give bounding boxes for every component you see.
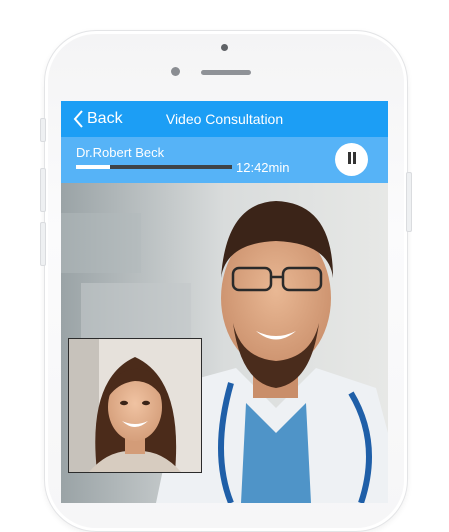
- call-progress-fill: [76, 165, 111, 169]
- page-title: Video Consultation: [165, 111, 284, 127]
- patient-video-preview[interactable]: [68, 338, 202, 473]
- power-button: [406, 172, 412, 232]
- call-progress-bar: [76, 165, 232, 169]
- volume-down-button: [40, 222, 46, 266]
- sensor-dot: [221, 44, 228, 51]
- header-bar: Back Video Consultation: [61, 101, 388, 137]
- caller-name: Dr.Robert Beck: [76, 145, 165, 160]
- pause-button[interactable]: [335, 143, 368, 176]
- phone-screen: Back Video Consultation Dr.Robert Beck 1…: [61, 101, 388, 503]
- mute-switch: [40, 118, 46, 142]
- front-camera: [171, 67, 180, 76]
- call-status-bar: Dr.Robert Beck 12:42min: [61, 137, 388, 183]
- call-duration: 12:42min: [236, 160, 290, 175]
- earpiece-speaker: [201, 70, 251, 75]
- volume-up-button: [40, 168, 46, 212]
- pause-icon: [347, 151, 357, 169]
